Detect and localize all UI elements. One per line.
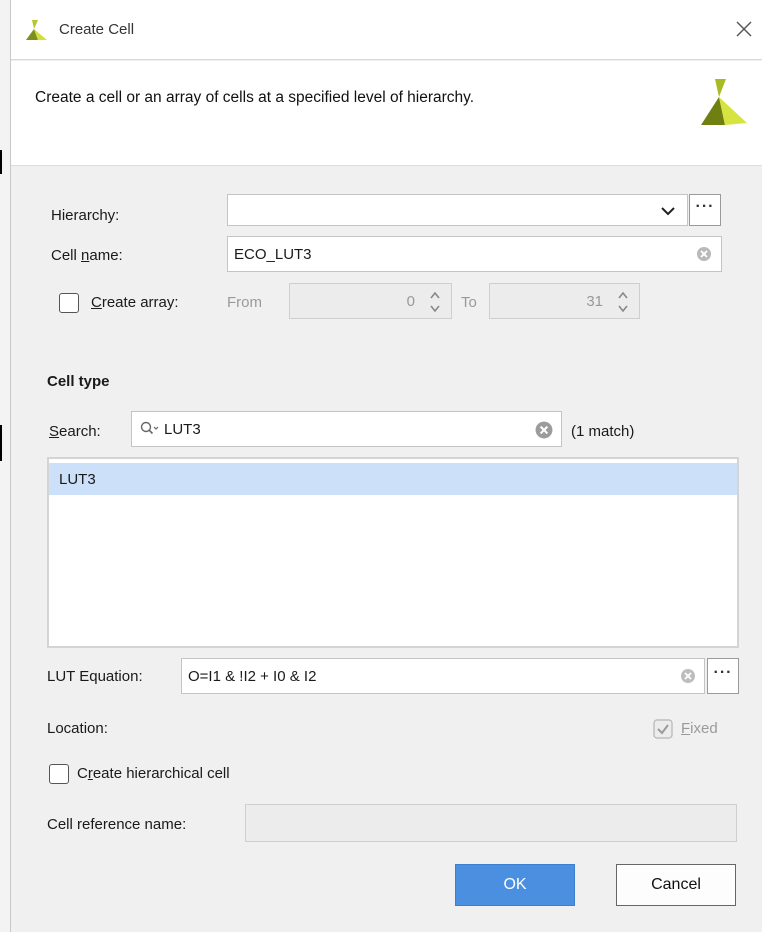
spinner-arrows-icon[interactable] xyxy=(617,289,629,315)
match-count: (1 match) xyxy=(571,423,635,440)
window-title: Create Cell xyxy=(59,21,135,38)
location-label: Location: xyxy=(47,720,108,737)
cell-type-list[interactable]: LUT3 xyxy=(47,457,739,648)
create-array-checkbox[interactable] xyxy=(59,293,79,313)
list-item-selected[interactable]: LUT3 xyxy=(49,463,737,495)
lut-equation-editor-button[interactable]: ··· xyxy=(707,658,739,694)
lut-equation-label: LUT Equation: xyxy=(47,668,143,685)
title-bar: Create Cell xyxy=(11,0,762,60)
create-cell-dialog: Create Cell Create a cell or an array of… xyxy=(10,0,762,932)
fixed-checkbox[interactable] xyxy=(653,719,673,739)
create-hierarchical-cell-checkbox[interactable] xyxy=(49,764,69,784)
hierarchy-browse-button[interactable]: ··· xyxy=(689,194,721,226)
lut-equation-value: O=I1 & !I2 + I0 & I2 xyxy=(188,667,317,685)
cell-reference-name-input[interactable] xyxy=(245,804,737,842)
cell-name-label: Cell name: xyxy=(51,247,123,264)
dialog-header: Create a cell or an array of cells at a … xyxy=(11,61,762,166)
clear-icon[interactable] xyxy=(696,246,712,262)
vivado-logo-icon xyxy=(701,79,747,125)
vivado-app-icon xyxy=(26,20,47,40)
cancel-button[interactable]: Cancel xyxy=(616,864,736,906)
cell-reference-name-label: Cell reference name: xyxy=(47,816,187,833)
search-input[interactable]: LUT3 xyxy=(131,411,562,447)
close-icon[interactable] xyxy=(729,14,759,44)
background-window-strip xyxy=(0,0,10,932)
hierarchy-combobox[interactable] xyxy=(227,194,688,226)
create-hierarchical-cell-label: Create hierarchical cell xyxy=(77,765,230,782)
from-label: From xyxy=(227,294,262,311)
cell-name-input[interactable]: ECO_LUT3 xyxy=(227,236,722,272)
search-value: LUT3 xyxy=(164,420,201,438)
fixed-label: Fixed xyxy=(681,720,718,737)
from-spinner[interactable]: 0 xyxy=(289,283,452,319)
search-icon xyxy=(140,421,159,435)
ok-button[interactable]: OK xyxy=(455,864,575,906)
spinner-arrows-icon[interactable] xyxy=(429,289,441,315)
chevron-down-icon[interactable] xyxy=(661,206,675,216)
cell-name-value: ECO_LUT3 xyxy=(234,245,312,263)
cell-type-heading: Cell type xyxy=(47,373,110,390)
background-mark xyxy=(0,425,2,461)
to-value: 31 xyxy=(586,292,603,310)
search-label: Search: xyxy=(49,423,101,440)
to-spinner[interactable]: 31 xyxy=(489,283,640,319)
clear-icon[interactable] xyxy=(680,668,696,684)
to-label: To xyxy=(461,294,477,311)
lut-equation-input[interactable]: O=I1 & !I2 + I0 & I2 xyxy=(181,658,705,694)
background-mark xyxy=(0,150,2,174)
clear-search-icon[interactable] xyxy=(535,421,553,439)
hierarchy-label: Hierarchy: xyxy=(51,207,120,224)
dialog-description: Create a cell or an array of cells at a … xyxy=(35,89,475,106)
create-array-label: Create array: xyxy=(91,294,179,311)
from-value: 0 xyxy=(406,292,415,310)
